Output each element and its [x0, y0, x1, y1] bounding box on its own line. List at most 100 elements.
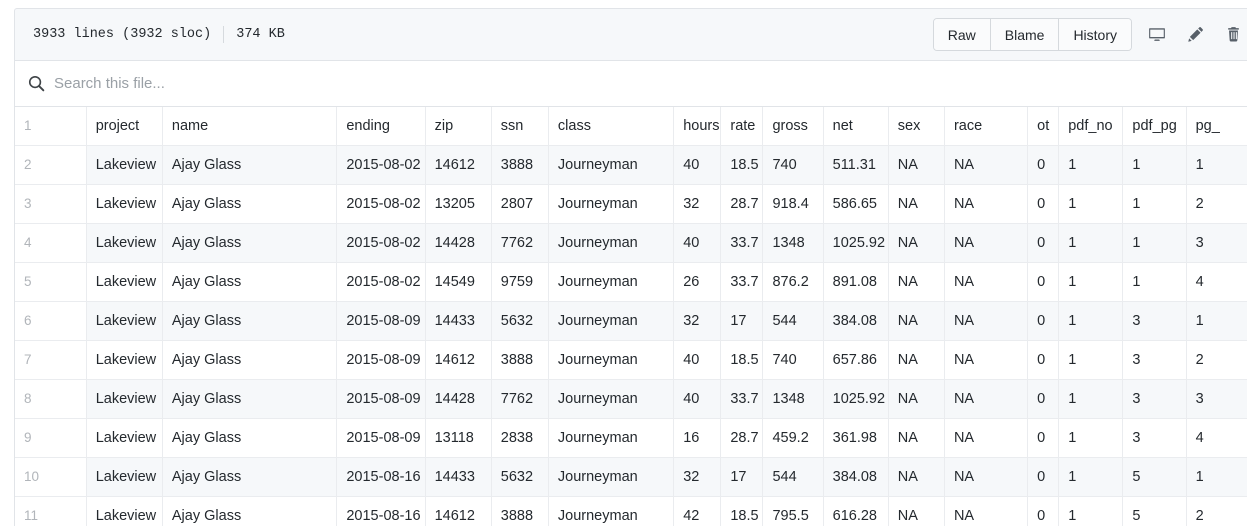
cell-pdf-pg: 1 [1122, 145, 1187, 185]
cell-pdf-no: 1 [1058, 496, 1124, 526]
cell-hours: 32 [673, 184, 722, 224]
cell-project: Lakeview [86, 496, 163, 526]
cell-race: NA [944, 418, 1029, 458]
cell-project: Lakeview [86, 301, 163, 341]
cell-net: 657.86 [823, 340, 889, 380]
column-header-net: net [823, 107, 889, 146]
cell-sex: NA [888, 223, 945, 263]
cell-pdf-pg: 3 [1122, 301, 1187, 341]
cell-ssn: 3888 [491, 340, 549, 380]
cell-ending: 2015-08-09 [336, 340, 426, 380]
cell-rate: 33.7 [720, 262, 764, 302]
cell-sex: NA [888, 145, 945, 185]
cell-ot: 0 [1027, 145, 1060, 185]
search-input[interactable] [54, 71, 1247, 96]
table-row: 9 Lakeview Ajay Glass 2015-08-09 13118 2838 Jo… [15, 418, 1247, 458]
cell-ssn: 2807 [491, 184, 549, 224]
file-search-row [14, 61, 1247, 107]
cell-pdf-no: 1 [1058, 184, 1124, 224]
cell-gross: 876.2 [762, 262, 824, 302]
pencil-icon[interactable] [1186, 26, 1204, 44]
cell-class: Journeyman [548, 184, 675, 224]
cell-net: 586.65 [823, 184, 889, 224]
cell-ending: 2015-08-02 [336, 184, 426, 224]
cell-gross: 740 [762, 340, 824, 380]
cell-pg: 1 [1186, 301, 1247, 341]
csv-table-container[interactable]: 1 project name ending zip ssn class hours rate gr… [14, 107, 1247, 526]
cell-name: Ajay Glass [162, 457, 338, 497]
cell-name: Ajay Glass [162, 301, 338, 341]
cell-pdf-no: 1 [1058, 301, 1124, 341]
cell-sex: NA [888, 340, 945, 380]
cell-zip: 13205 [425, 184, 492, 224]
history-button[interactable]: History [1059, 19, 1131, 50]
cell-class: Journeyman [548, 340, 675, 380]
cell-ot: 0 [1027, 301, 1060, 341]
cell-gross: 795.5 [762, 496, 824, 526]
table-row: 4 Lakeview Ajay Glass 2015-08-02 14428 7762 Jo… [15, 223, 1247, 263]
cell-zip: 14433 [425, 301, 492, 341]
cell-race: NA [944, 223, 1029, 263]
column-header-gross: gross [762, 107, 824, 146]
cell-ot: 0 [1027, 379, 1060, 419]
cell-gross: 740 [762, 145, 824, 185]
cell-ot: 0 [1027, 496, 1060, 526]
line-number: 4 [15, 223, 87, 263]
csv-table: 1 project name ending zip ssn class hours rate gr… [15, 107, 1247, 526]
table-row: 10 Lakeview Ajay Glass 2015-08-16 14433 5632 J… [15, 457, 1247, 497]
trash-icon[interactable] [1224, 26, 1242, 44]
cell-pg: 1 [1186, 145, 1247, 185]
cell-net: 384.08 [823, 301, 889, 341]
cell-ot: 0 [1027, 184, 1060, 224]
cell-pdf-pg: 5 [1122, 457, 1187, 497]
cell-race: NA [944, 496, 1029, 526]
cell-project: Lakeview [86, 262, 163, 302]
cell-hours: 16 [673, 418, 722, 458]
cell-ot: 0 [1027, 340, 1060, 380]
cell-ending: 2015-08-16 [336, 496, 426, 526]
cell-net: 1025.92 [823, 379, 889, 419]
cell-name: Ajay Glass [162, 418, 338, 458]
table-row: 5 Lakeview Ajay Glass 2015-08-02 14549 9759 Jo… [15, 262, 1247, 302]
cell-rate: 17 [720, 457, 764, 497]
cell-sex: NA [888, 496, 945, 526]
cell-name: Ajay Glass [162, 145, 338, 185]
cell-sex: NA [888, 457, 945, 497]
line-number: 11 [15, 496, 87, 526]
cell-pdf-pg: 1 [1122, 223, 1187, 263]
cell-ending: 2015-08-02 [336, 223, 426, 263]
cell-race: NA [944, 457, 1029, 497]
column-header-rate: rate [720, 107, 764, 146]
cell-race: NA [944, 184, 1029, 224]
cell-rate: 18.5 [720, 340, 764, 380]
cell-ot: 0 [1027, 223, 1060, 263]
view-mode-button-group: Raw Blame History [932, 18, 1132, 51]
cell-ssn: 5632 [491, 457, 549, 497]
cell-ending: 2015-08-09 [336, 301, 426, 341]
file-size-label: 374 KB [236, 27, 285, 42]
cell-class: Journeyman [548, 379, 675, 419]
cell-zip: 14433 [425, 457, 492, 497]
cell-hours: 40 [673, 379, 722, 419]
cell-net: 384.08 [823, 457, 889, 497]
cell-rate: 33.7 [720, 223, 764, 263]
desktop-icon[interactable] [1148, 26, 1166, 44]
cell-pdf-no: 1 [1058, 340, 1124, 380]
blame-button[interactable]: Blame [990, 19, 1060, 50]
cell-pdf-pg: 3 [1122, 340, 1187, 380]
cell-zip: 14612 [425, 340, 492, 380]
cell-pdf-pg: 1 [1122, 184, 1187, 224]
cell-pdf-no: 1 [1058, 379, 1124, 419]
cell-pdf-no: 1 [1058, 223, 1124, 263]
cell-class: Journeyman [548, 145, 675, 185]
raw-button[interactable]: Raw [933, 19, 991, 50]
table-row: 7 Lakeview Ajay Glass 2015-08-09 14612 3888 Jo… [15, 340, 1247, 380]
line-count-label: 3933 lines (3932 sloc) [33, 27, 212, 42]
cell-class: Journeyman [548, 301, 675, 341]
cell-project: Lakeview [86, 418, 163, 458]
cell-hours: 42 [673, 496, 722, 526]
cell-pg: 4 [1186, 262, 1247, 302]
cell-ending: 2015-08-02 [336, 145, 426, 185]
table-row: 2 Lakeview Ajay Glass 2015-08-02 14612 3888 Jo… [15, 145, 1247, 185]
cell-rate: 28.7 [720, 418, 764, 458]
